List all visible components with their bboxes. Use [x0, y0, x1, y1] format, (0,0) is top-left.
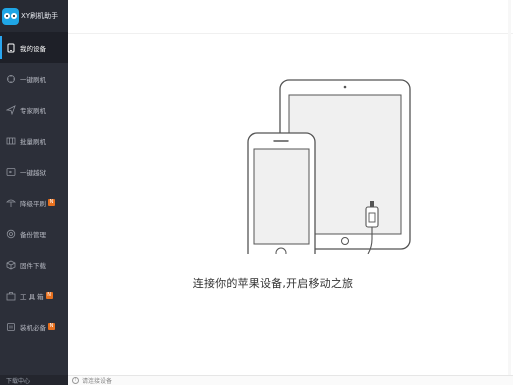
sidebar-item-label: 工 具 箱: [20, 292, 44, 301]
flash-icon: [5, 73, 16, 84]
send-icon: [5, 104, 16, 115]
download-center-button[interactable]: 下载中心: [0, 375, 68, 385]
main-panel: 连接你的苹果设备,开启移动之旅 ! 请连接设备: [68, 0, 513, 385]
sidebar-item-downgrade[interactable]: 降级平刷 N: [0, 187, 68, 218]
downgrade-icon: [5, 197, 16, 208]
sidebar: XY刷机助手 我的设备 一键刷机 专家刷机 批量刷机 一键越狱 降级平刷 N 备…: [0, 0, 68, 385]
sidebar-item-label: 降级平刷: [20, 199, 46, 208]
download-center-label: 下载中心: [6, 377, 31, 385]
app-window: XY刷机助手 我的设备 一键刷机 专家刷机 批量刷机 一键越狱 降级平刷 N 备…: [0, 0, 513, 385]
hot-badge: N: [45, 292, 53, 299]
devices-illustration: [247, 79, 411, 254]
phone-device-icon: [247, 132, 316, 254]
sidebar-item-batch-flash[interactable]: 批量刷机: [0, 125, 68, 156]
status-bar: ! 请连接设备: [68, 375, 513, 385]
sidebar-item-label: 备份管理: [20, 230, 46, 239]
header-divider: [68, 33, 513, 34]
sidebar-item-label: 固件下载: [20, 261, 46, 270]
sidebar-item-label: 专家刷机: [20, 106, 46, 115]
batch-icon: [5, 135, 16, 146]
sidebar-nav: 我的设备 一键刷机 专家刷机 批量刷机 一键越狱 降级平刷 N 备份管理 固件下…: [0, 32, 68, 342]
hot-badge: N: [48, 323, 55, 330]
sidebar-item-one-click-flash[interactable]: 一键刷机: [0, 63, 68, 94]
sidebar-item-firmware[interactable]: 固件下载: [0, 249, 68, 280]
app-title: XY刷机助手: [21, 12, 59, 20]
toolbox-icon: [5, 290, 16, 301]
hot-badge: N: [48, 199, 55, 206]
sidebar-item-label: 批量刷机: [20, 137, 46, 146]
jailbreak-icon: [5, 166, 16, 177]
backup-icon: [5, 228, 16, 239]
apps-icon: [5, 321, 16, 332]
connect-device-message: 连接你的苹果设备,开启移动之旅: [192, 277, 354, 290]
sidebar-item-backup[interactable]: 备份管理: [0, 218, 68, 249]
brand-header: XY刷机助手: [0, 0, 68, 32]
sidebar-item-label: 一键越狱: [20, 168, 46, 177]
sidebar-item-label: 装机必备: [20, 323, 46, 332]
sidebar-item-toolbox[interactable]: 工 具 箱 N: [0, 280, 68, 311]
sidebar-item-expert-flash[interactable]: 专家刷机: [0, 94, 68, 125]
sidebar-item-jailbreak[interactable]: 一键越狱: [0, 156, 68, 187]
scrollbar[interactable]: [508, 0, 511, 375]
sidebar-item-my-device[interactable]: 我的设备: [0, 32, 68, 63]
firmware-icon: [5, 259, 16, 270]
sidebar-item-label: 我的设备: [20, 44, 46, 53]
owl-logo-icon: [2, 7, 19, 25]
info-icon: !: [72, 377, 79, 384]
sidebar-item-essential-apps[interactable]: 装机必备 N: [0, 311, 68, 342]
sidebar-item-label: 一键刷机: [20, 75, 46, 84]
tablet-icon: [5, 42, 16, 53]
status-text: 请连接设备: [82, 378, 113, 385]
